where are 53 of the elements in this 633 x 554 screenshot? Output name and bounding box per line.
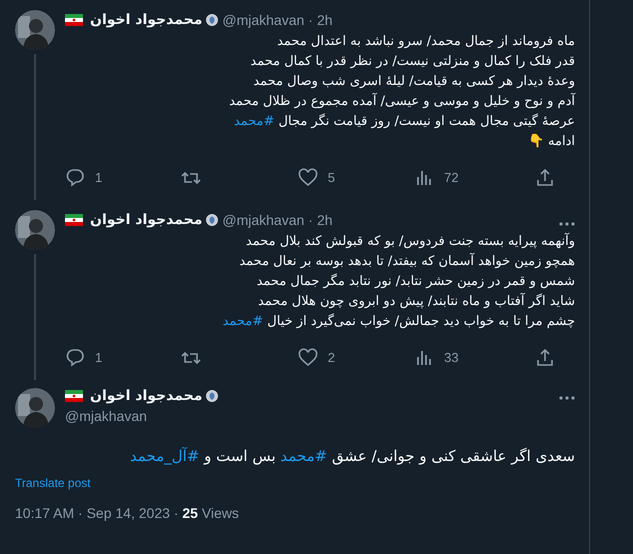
post-text: شمس و قمر در زمین حشر نتابد/ نور نتابد مگر جمال محمد bbox=[256, 274, 575, 289]
post-text: سعدی اگر عاشقی کنی و جوانی/ عشق #محمد بس است و #آل_محمد bbox=[130, 447, 575, 465]
hashtag-link[interactable]: #آل_محمد bbox=[130, 447, 200, 465]
post-text: وعدهٔ دیدار هر کسی به قیامت/ لیلهٔ اسری شب وصال محمد bbox=[253, 74, 575, 89]
hashtag-link[interactable]: #محمد bbox=[222, 314, 264, 329]
more-icon[interactable] bbox=[559, 396, 575, 400]
badge-icon bbox=[206, 390, 218, 402]
count: 5 bbox=[328, 170, 335, 184]
share-icon[interactable] bbox=[534, 168, 555, 186]
post-text: چشم مرا تا به خواب دید جمالش/ خواب نمی‌گیرد از خیال #محمد bbox=[222, 314, 575, 329]
post-text: شاید اگر آفتاب و ماه نتابند/ پیش دو ابروی چون هلال محمد bbox=[258, 294, 575, 309]
flag-icon bbox=[65, 14, 83, 26]
avatar[interactable] bbox=[15, 210, 55, 250]
display-name: محمدجواد اخوان bbox=[90, 388, 202, 404]
post-text: ماه فروماند از جمال محمد/ سرو نباشد به اعتدال محمد bbox=[277, 34, 575, 49]
count: 72 bbox=[444, 170, 459, 184]
post-text: آدم و نوح و خلیل و موسی و عیسی/ آمده مجموع در ظلال محمد bbox=[229, 94, 575, 109]
post-time[interactable]: 2h bbox=[316, 212, 333, 228]
badge-icon bbox=[206, 214, 218, 226]
flag-icon bbox=[65, 214, 83, 226]
handle[interactable]: @mjakhavan bbox=[222, 212, 304, 228]
reply-icon[interactable] bbox=[65, 168, 85, 186]
post-time[interactable]: 2h bbox=[316, 12, 333, 28]
flag-icon bbox=[65, 390, 83, 402]
post-text: قدر فلک را کمال و منزلتی نیست/ در نظر قدر با کمال محمد bbox=[250, 54, 575, 69]
post-text: همچو زمین خواهد آسمان که بیفتد/ تا بدهد بوسه بر نعال محمد bbox=[239, 254, 575, 269]
handle[interactable]: @mjakhavan bbox=[222, 12, 304, 28]
count: 33 bbox=[444, 350, 459, 364]
separator-dot: · bbox=[308, 212, 313, 228]
count: 2 bbox=[328, 350, 335, 364]
views-count: 25 bbox=[182, 505, 198, 521]
like-icon[interactable] bbox=[298, 348, 318, 366]
post-text: ادامه 👇 bbox=[528, 134, 575, 149]
hashtag-link[interactable]: #محمد bbox=[234, 114, 274, 129]
like-icon[interactable] bbox=[298, 168, 318, 186]
handle[interactable]: @mjakhavan bbox=[65, 408, 147, 424]
display-name: محمدجواد اخوان bbox=[90, 12, 202, 28]
reply-icon[interactable] bbox=[65, 348, 85, 366]
badge-icon bbox=[206, 14, 218, 26]
count: 1 bbox=[95, 170, 102, 184]
more-icon[interactable] bbox=[559, 222, 575, 226]
post-text: عرصهٔ گیتی مجال همت او نیست/ روز قیامت نگر مجال #محمد bbox=[234, 114, 575, 129]
translate-link[interactable]: Translate post bbox=[15, 476, 91, 490]
count: 1 bbox=[95, 350, 102, 364]
avatar[interactable] bbox=[15, 388, 55, 428]
share-icon[interactable] bbox=[534, 348, 555, 366]
avatar[interactable] bbox=[15, 10, 55, 50]
post-text: وآنهمه پیرایه بسته جنت فردوس/ بو که قبولش کند بلال محمد bbox=[246, 234, 575, 249]
views-label: Views bbox=[200, 505, 239, 521]
hashtag-link[interactable]: #محمد bbox=[280, 447, 328, 465]
separator-dot: · bbox=[308, 12, 313, 28]
display-name: محمدجواد اخوان bbox=[90, 212, 202, 228]
post-timestamp: 10:17 AM · Sep 14, 2023 · bbox=[15, 505, 180, 521]
